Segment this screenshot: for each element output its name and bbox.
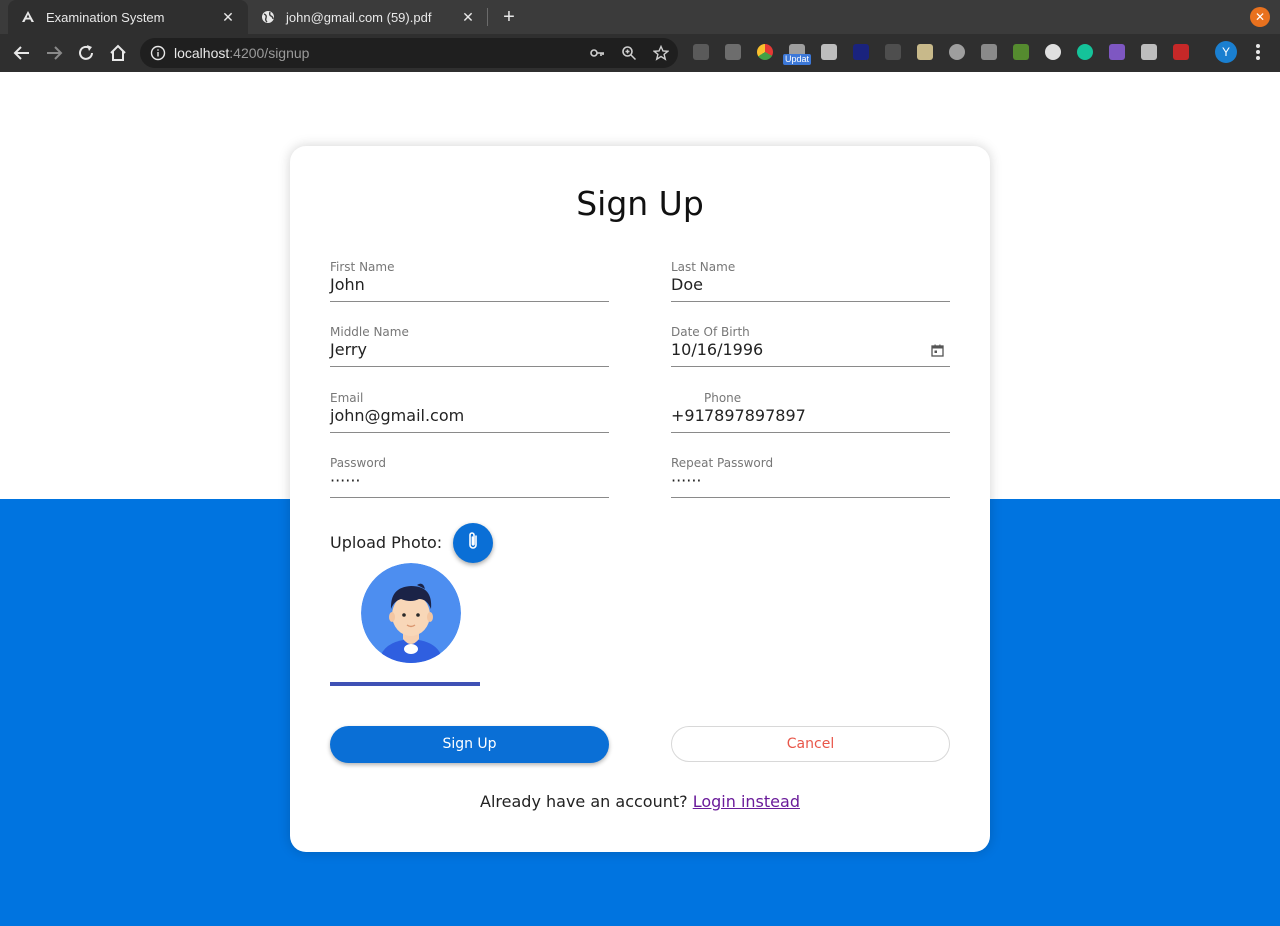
password-field[interactable]: Password ······ xyxy=(330,456,609,498)
back-icon[interactable] xyxy=(11,42,33,64)
email-label: Email xyxy=(330,391,364,405)
url-host: localhost xyxy=(174,45,230,61)
tab-pdf[interactable]: john@gmail.com (59).pdf ✕ xyxy=(250,0,488,34)
extension-color-icon[interactable] xyxy=(757,44,773,60)
extension-camera-icon[interactable] xyxy=(821,44,837,60)
profile-avatar[interactable]: Y xyxy=(1215,41,1237,63)
phone-label: Phone xyxy=(704,391,742,405)
repeat-password-label: Repeat Password xyxy=(671,456,774,470)
angular-icon xyxy=(20,9,36,25)
photo-underline xyxy=(330,682,480,686)
extension-c-icon[interactable] xyxy=(1141,44,1157,60)
tab-title: john@gmail.com (59).pdf xyxy=(286,9,432,25)
tab-title: Examination System xyxy=(46,9,165,25)
extension-screen-icon[interactable] xyxy=(853,44,869,60)
dob-label: Date Of Birth xyxy=(671,325,750,339)
home-icon[interactable] xyxy=(107,42,129,64)
tab-examination-system[interactable]: Examination System ✕ xyxy=(8,0,248,34)
extension-gauge-icon[interactable] xyxy=(1045,44,1061,60)
url-text: localhost:4200/signup xyxy=(174,45,309,61)
password-input[interactable]: ······ xyxy=(330,471,361,490)
email-field[interactable]: Email john@gmail.com xyxy=(330,391,609,433)
phone-country-code: +91 xyxy=(671,406,705,425)
adblock-icon[interactable] xyxy=(1173,44,1189,60)
close-tab-icon[interactable]: ✕ xyxy=(220,9,236,25)
first-name-label: First Name xyxy=(330,260,395,274)
info-icon[interactable] xyxy=(150,45,166,61)
tab-bar: Examination System ✕ john@gmail.com (59)… xyxy=(0,0,1280,34)
calendar-icon[interactable] xyxy=(931,342,944,357)
extension-grid-icon[interactable] xyxy=(885,44,901,60)
paperclip-icon xyxy=(463,530,483,556)
new-tab-icon[interactable]: + xyxy=(498,6,520,28)
phone-input[interactable]: 7897897897 xyxy=(704,406,806,425)
tab-separator xyxy=(487,8,488,26)
window-close-icon[interactable]: ✕ xyxy=(1250,7,1270,27)
update-badge: Updat xyxy=(783,54,811,65)
star-icon[interactable] xyxy=(652,44,670,61)
profile-photo-avatar xyxy=(361,563,461,663)
sign-up-button[interactable]: Sign Up xyxy=(330,726,609,763)
upload-photo-label: Upload Photo: xyxy=(330,533,443,552)
zoom-icon[interactable] xyxy=(621,45,637,61)
dob-field[interactable]: Date Of Birth 10/16/1996 xyxy=(671,325,950,367)
extension-puzzle-icon[interactable] xyxy=(981,44,997,60)
repeat-password-input[interactable]: ······ xyxy=(671,471,702,490)
browser-menu-icon[interactable] xyxy=(1250,42,1266,62)
extension-cart-icon[interactable] xyxy=(693,44,709,60)
grammarly-icon[interactable] xyxy=(1077,44,1093,60)
extension-pen-icon[interactable] xyxy=(1109,44,1125,60)
last-name-input[interactable]: Doe xyxy=(671,275,703,294)
last-name-field[interactable]: Last Name Doe xyxy=(671,260,950,302)
login-instead-link[interactable]: Login instead xyxy=(693,792,800,811)
middle-name-label: Middle Name xyxy=(330,325,409,339)
attach-button[interactable] xyxy=(453,523,493,563)
cancel-button[interactable]: Cancel xyxy=(671,726,950,762)
signup-card: Sign Up First Name John Last Name Doe Mi… xyxy=(290,146,990,852)
middle-name-input[interactable]: Jerry xyxy=(330,340,367,359)
dob-input[interactable]: 10/16/1996 xyxy=(671,340,763,359)
middle-name-field[interactable]: Middle Name Jerry xyxy=(330,325,609,367)
extension-image-icon[interactable] xyxy=(917,44,933,60)
repeat-password-field[interactable]: Repeat Password ······ xyxy=(671,456,950,498)
last-name-label: Last Name xyxy=(671,260,736,274)
email-input[interactable]: john@gmail.com xyxy=(330,406,464,425)
extension-nodejs-icon[interactable] xyxy=(1013,44,1029,60)
address-bar[interactable]: localhost:4200/signup xyxy=(140,38,678,68)
extension-cloud-icon[interactable] xyxy=(949,44,965,60)
phone-field[interactable]: +91 Phone 7897897897 xyxy=(671,391,950,433)
reload-icon[interactable] xyxy=(75,42,97,64)
login-prompt-text: Already have an account? xyxy=(480,792,688,811)
page-title: Sign Up xyxy=(576,184,704,223)
key-icon[interactable] xyxy=(589,45,605,61)
first-name-field[interactable]: First Name John xyxy=(330,260,609,302)
globe-icon xyxy=(260,9,276,25)
password-label: Password xyxy=(330,456,387,470)
extension-crx-icon[interactable] xyxy=(725,44,741,60)
url-path: :4200/signup xyxy=(229,45,310,61)
close-tab-icon[interactable]: ✕ xyxy=(460,9,476,25)
first-name-input[interactable]: John xyxy=(330,275,365,294)
forward-icon[interactable] xyxy=(43,42,65,64)
login-prompt-row: Already have an account? Login instead xyxy=(290,792,990,811)
